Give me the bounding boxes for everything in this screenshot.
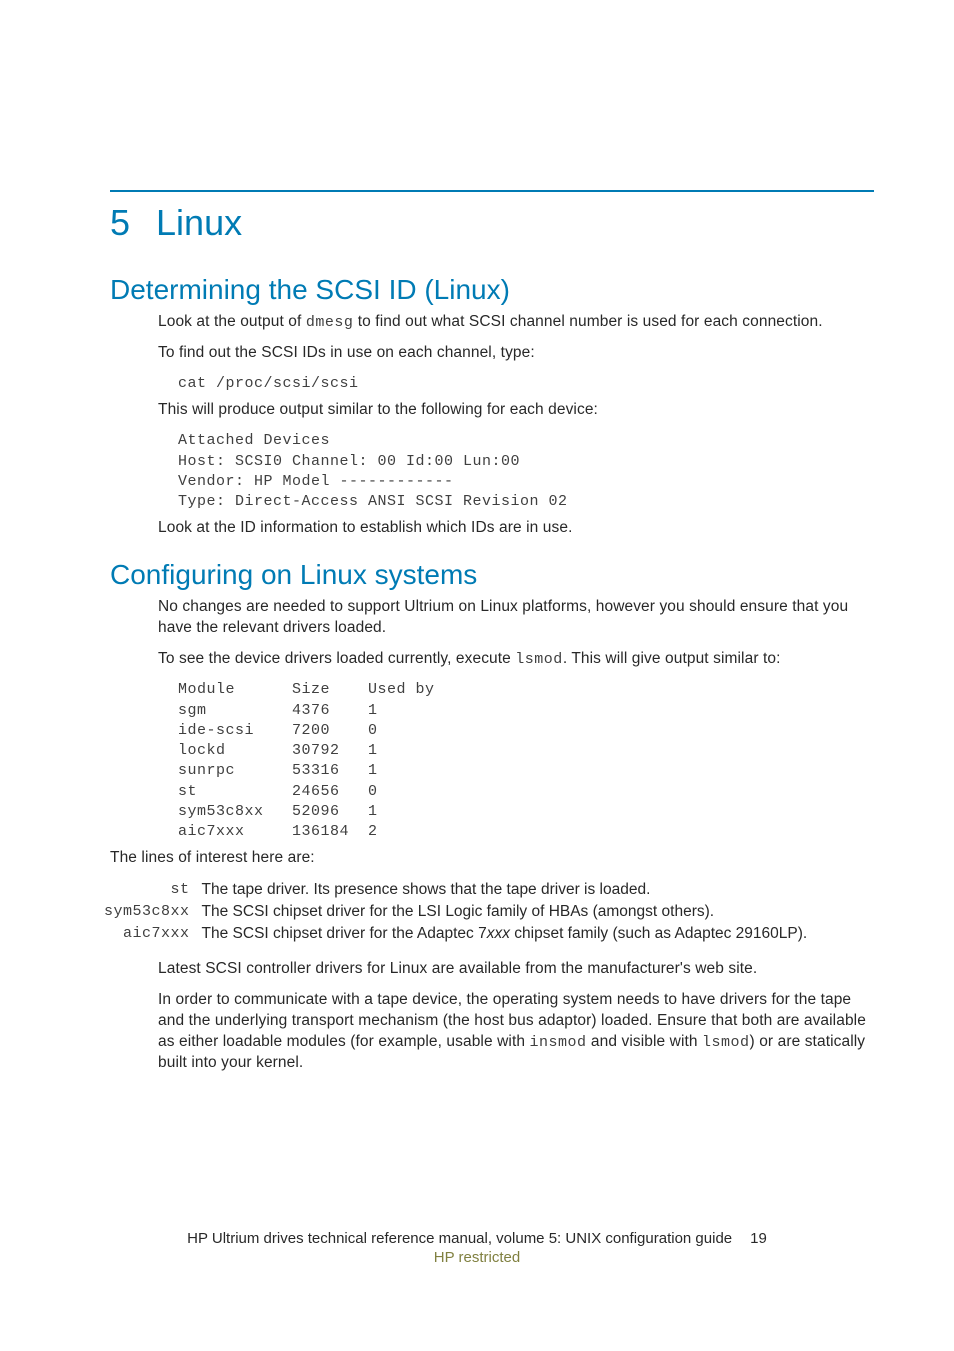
footer-doc-title: HP Ultrium drives technical reference ma… (187, 1230, 732, 1247)
para-latest-drivers: Latest SCSI controller drivers for Linux… (158, 959, 874, 980)
para-dmesg: Look at the output of dmesg to find out … (158, 312, 874, 333)
para-produce-output: This will produce output similar to the … (158, 400, 874, 421)
para-insmod-lsmod: In order to communicate with a tape devi… (158, 990, 874, 1074)
section1-body: Look at the output of dmesg to find out … (158, 312, 874, 539)
code-lsmod: lsmod (702, 1034, 750, 1051)
section-heading-configuring: Configuring on Linux systems (110, 559, 874, 591)
section2-body: No changes are needed to support Ultrium… (158, 597, 874, 842)
para-find-ids: To find out the SCSI IDs in use on each … (158, 343, 874, 364)
para-id-info: Look at the ID information to establish … (158, 518, 874, 539)
driver-name: aic7xxx (100, 923, 198, 945)
driver-desc: The SCSI chipset driver for the Adaptec … (198, 923, 812, 945)
code-cat-proc: cat /proc/scsi/scsi (178, 374, 874, 394)
chapter-title: Linux (156, 202, 242, 244)
footer-restricted: HP restricted (80, 1249, 874, 1266)
text: to find out what SCSI channel number is … (353, 313, 822, 330)
chapter-heading: 5 Linux (110, 202, 874, 244)
driver-desc: The tape driver. Its presence shows that… (198, 879, 812, 901)
code-insmod: insmod (529, 1034, 586, 1051)
section-heading-scsi-id: Determining the SCSI ID (Linux) (110, 274, 874, 306)
table-row: st The tape driver. Its presence shows t… (100, 879, 811, 901)
text: xxx (487, 925, 510, 942)
para-lsmod: To see the device drivers loaded current… (158, 649, 874, 670)
top-rule (110, 190, 874, 192)
output-attached-devices: Attached Devices Host: SCSI0 Channel: 00… (178, 431, 874, 512)
text: chipset family (such as Adaptec 29160LP)… (510, 925, 807, 942)
driver-table: st The tape driver. Its presence shows t… (100, 879, 811, 945)
text: and visible with (587, 1033, 703, 1050)
para-lines-of-interest: The lines of interest here are: (110, 848, 874, 869)
text: To see the device drivers loaded current… (158, 650, 515, 667)
driver-name: st (100, 879, 198, 901)
output-lsmod: Module Size Used by sgm 4376 1 ide-scsi … (178, 680, 874, 842)
chapter-number: 5 (110, 202, 130, 244)
code-dmesg: dmesg (306, 314, 354, 331)
text: The SCSI chipset driver for the LSI Logi… (202, 903, 715, 920)
driver-desc: The SCSI chipset driver for the LSI Logi… (198, 901, 812, 923)
code-lsmod: lsmod (515, 651, 563, 668)
driver-name: sym53c8xx (100, 901, 198, 923)
page-footer: HP Ultrium drives technical reference ma… (80, 1230, 874, 1266)
text: The SCSI chipset driver for the Adaptec … (202, 925, 487, 942)
section2-tail: Latest SCSI controller drivers for Linux… (158, 959, 874, 1074)
table-row: sym53c8xx The SCSI chipset driver for th… (100, 901, 811, 923)
para-no-changes: No changes are needed to support Ultrium… (158, 597, 874, 639)
footer-line1: HP Ultrium drives technical reference ma… (80, 1230, 874, 1247)
text: . This will give output similar to: (563, 650, 781, 667)
text: Look at the output of (158, 313, 306, 330)
footer-page-number: 19 (750, 1230, 767, 1247)
text: The tape driver. Its presence shows that… (202, 881, 651, 898)
table-row: aic7xxx The SCSI chipset driver for the … (100, 923, 811, 945)
